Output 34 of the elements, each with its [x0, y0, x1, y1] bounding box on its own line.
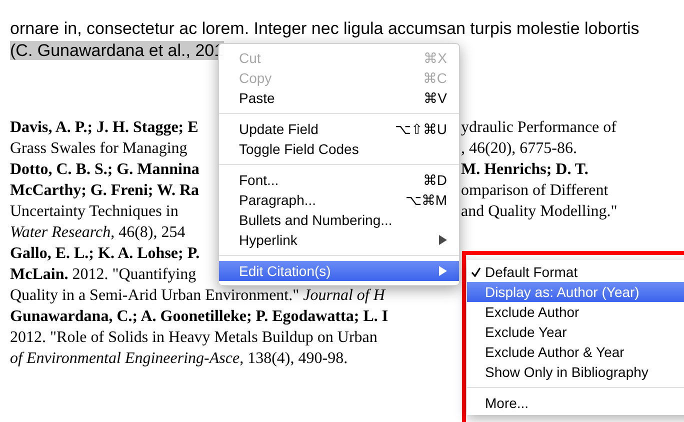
menu-item[interactable]: Paragraph... ⌥⌘M — [219, 190, 459, 210]
body-text: ornare in, consectetur ac lorem. Integer nec ligula accumsan turpis molestie lobortis — [10, 18, 640, 40]
menu-item[interactable]: Exclude Author & Year — [467, 342, 684, 362]
reference-text: Gallo, E. L.; K. A. Lohse; P. — [10, 244, 200, 264]
menu-item[interactable]: Update Field ⌥⇧⌘U — [219, 119, 459, 139]
menu-item[interactable]: Hyperlink — [219, 230, 459, 250]
reference-text: Davis, A. P.; J. H. Stagge; E — [10, 118, 198, 138]
reference-text: , 46(20), 6775-86. — [461, 139, 577, 159]
reference-text: McCarthy; G. Freni; W. Ra — [10, 181, 200, 201]
menu-item[interactable]: Exclude Author — [467, 302, 684, 322]
reference-text: ydraulic Performance of — [461, 118, 616, 138]
reference-text: Gunawardana, C.; A. Goonetilleke; P. Egodawatta; L. I — [10, 307, 388, 327]
reference-text: 2012. "Role of Solids in Heavy Metals Buildup on Urban — [10, 328, 378, 348]
reference-text: and Quality Modelling." — [461, 202, 618, 222]
reference-text: Uncertainty Techniques in — [10, 202, 178, 222]
menu-item[interactable]: Edit Citation(s) — [219, 261, 459, 281]
reference-text: of Environmental Engineering-Asce, 138(4), 490-98. — [10, 349, 348, 369]
reference-text: omparison of Different — [461, 181, 608, 201]
menu-item[interactable]: Exclude Year — [467, 322, 684, 342]
menu-item[interactable]: Show Only in Bibliography — [467, 362, 684, 382]
reference-text: Quality in a Semi-Arid Urban Environment." Journal of H — [10, 286, 385, 306]
menu-item[interactable]: More... — [467, 393, 684, 413]
menu-item[interactable]: Font... ⌘D — [219, 170, 459, 190]
menu-item[interactable]: Paste ⌘V — [219, 88, 459, 108]
checkmark-icon — [471, 267, 481, 277]
menu-item[interactable]: Display as: Author (Year) — [467, 282, 684, 302]
menu-item[interactable]: Bullets and Numbering... — [219, 210, 459, 230]
reference-text: Grass Swales for Managing — [10, 139, 188, 159]
menu-item[interactable]: Toggle Field Codes — [219, 139, 459, 159]
reference-text: M. Henrichs; D. T. — [461, 160, 588, 180]
reference-text: Dotto, C. B. S.; G. Mannina — [10, 160, 200, 180]
reference-text: Water Research, 46(8), 254 — [10, 223, 186, 243]
menu-item[interactable]: Default Format — [467, 262, 684, 282]
reference-text: McLain. 2012. "Quantifying — [10, 265, 196, 285]
